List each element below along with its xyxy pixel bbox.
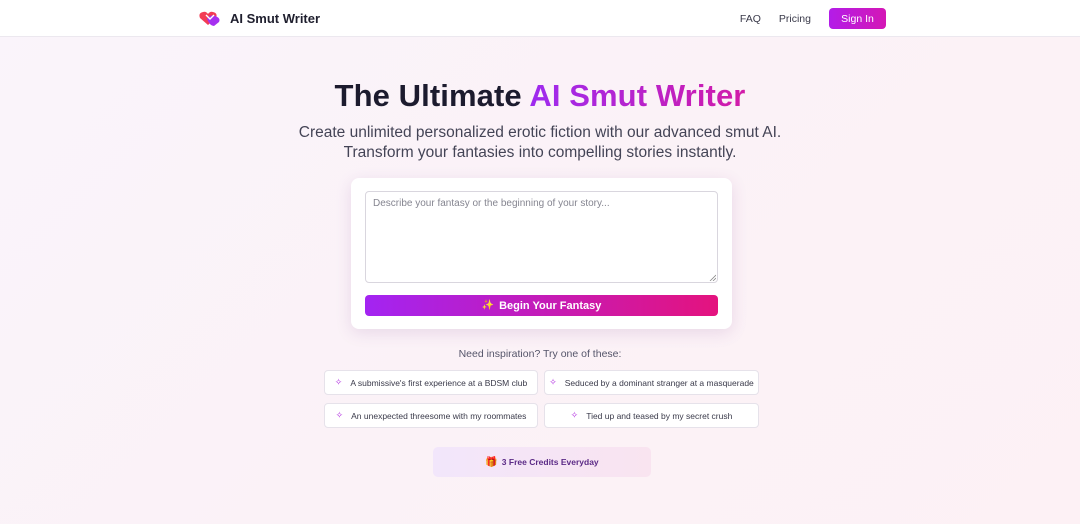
nav-pricing-link[interactable]: Pricing [779,13,811,25]
free-credits-label: 3 Free Credits Everyday [501,457,599,467]
hero-title: The Ultimate AI Smut Writer [0,78,1080,114]
hero-title-plain: The Ultimate [334,78,530,113]
story-composer-card: ✨ Begin Your Fantasy [351,178,732,329]
inspiration-chip[interactable]: ✧ Tied up and teased by my secret crush [544,403,759,428]
site-header: AI Smut Writer FAQ Pricing Sign In [0,0,1080,37]
sparkle-icon: ✧ [334,377,343,387]
magic-wand-icon: ✨ [481,300,495,311]
inspiration-label: Need inspiration? Try one of these: [458,348,622,360]
inspiration-chip-label: A submissive's first experience at a BDS… [350,377,528,388]
brand-name: AI Smut Writer [230,10,321,26]
heart-logo-icon [199,11,220,26]
begin-fantasy-button[interactable]: ✨ Begin Your Fantasy [365,295,718,316]
inspiration-chip-label: Seduced by a dominant stranger at a masq… [564,377,754,388]
sign-in-button[interactable]: Sign In [829,8,886,29]
nav-faq-link[interactable]: FAQ [740,13,761,25]
inspiration-chip[interactable]: ✧ An unexpected threesome with my roomma… [324,403,538,428]
inspiration-chip[interactable]: ✧ A submissive's first experience at a B… [324,370,538,395]
inspiration-chip-label: An unexpected threesome with my roommate… [351,410,527,421]
begin-fantasy-label: Begin Your Fantasy [499,299,602,312]
inspiration-chip[interactable]: ✧ Seduced by a dominant stranger at a ma… [544,370,759,395]
brand-logo[interactable]: AI Smut Writer [198,9,320,27]
free-credits-banner: 🎁 3 Free Credits Everyday [433,447,651,477]
sparkle-icon: ✧ [570,410,579,420]
hero-subtitle: Create unlimited personalized erotic fic… [298,124,782,161]
inspiration-chip-label: Tied up and teased by my secret crush [586,410,733,421]
sparkle-icon: ✧ [549,377,557,387]
hero-title-accent: AI Smut Writer [529,78,746,113]
story-prompt-input[interactable] [365,191,718,283]
resize-handle-icon[interactable] [709,274,716,281]
gift-icon: 🎁 [485,456,498,468]
sparkle-icon: ✧ [335,410,344,420]
top-nav: FAQ Pricing Sign In [740,8,886,29]
